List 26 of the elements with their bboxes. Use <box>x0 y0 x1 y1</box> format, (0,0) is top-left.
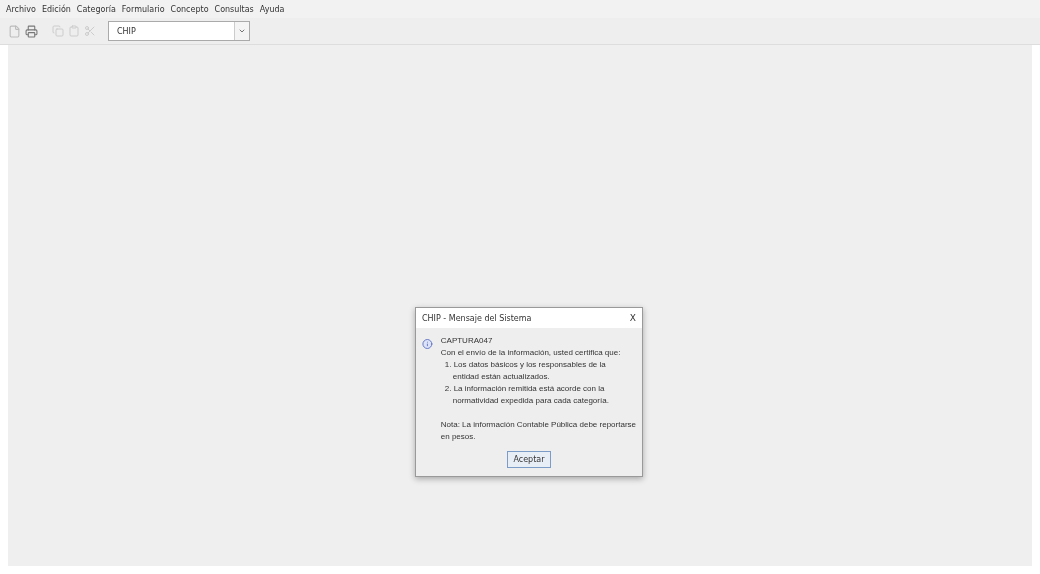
menu-item[interactable]: Categoría <box>76 4 116 14</box>
dialog-title: CHIP - Mensaje del Sistema <box>422 313 532 323</box>
message-text: 2. La información remitida está acorde con la <box>443 384 606 393</box>
accept-button[interactable]: Aceptar <box>507 451 551 468</box>
clipboard-icon[interactable] <box>68 25 80 37</box>
document-icon[interactable] <box>8 24 21 38</box>
caret-icon <box>238 27 246 35</box>
message-text: Nota: La información Contable Pública debe reportarse <box>440 420 636 429</box>
printer-icon[interactable] <box>25 24 38 38</box>
menu-item[interactable]: Archivo <box>6 4 36 14</box>
info-icon <box>422 336 433 352</box>
menu-item[interactable]: Edición <box>41 4 71 14</box>
message-text: entidad están actualizados. <box>451 372 551 381</box>
menu-item[interactable]: Consultas <box>214 4 254 14</box>
message-text: Con el envío de la información, usted certifica que: <box>440 348 622 357</box>
copy-icon[interactable] <box>52 25 64 37</box>
message-text: normatividad expedida para cada categoría. <box>451 396 610 405</box>
menu-item[interactable]: Concepto <box>170 4 209 14</box>
category-dropdown[interactable]: CHIP <box>108 21 250 41</box>
close-button[interactable]: X <box>629 313 636 323</box>
message-text: en pesos. <box>440 432 477 441</box>
message-text: 1. Los datos básicos y los responsables de la <box>443 360 607 369</box>
message-text: CAPTURA047 <box>440 336 494 345</box>
scissors-icon[interactable] <box>84 25 96 37</box>
menu-item[interactable]: Formulario <box>121 4 165 14</box>
menu-item[interactable]: Ayuda <box>259 4 285 14</box>
